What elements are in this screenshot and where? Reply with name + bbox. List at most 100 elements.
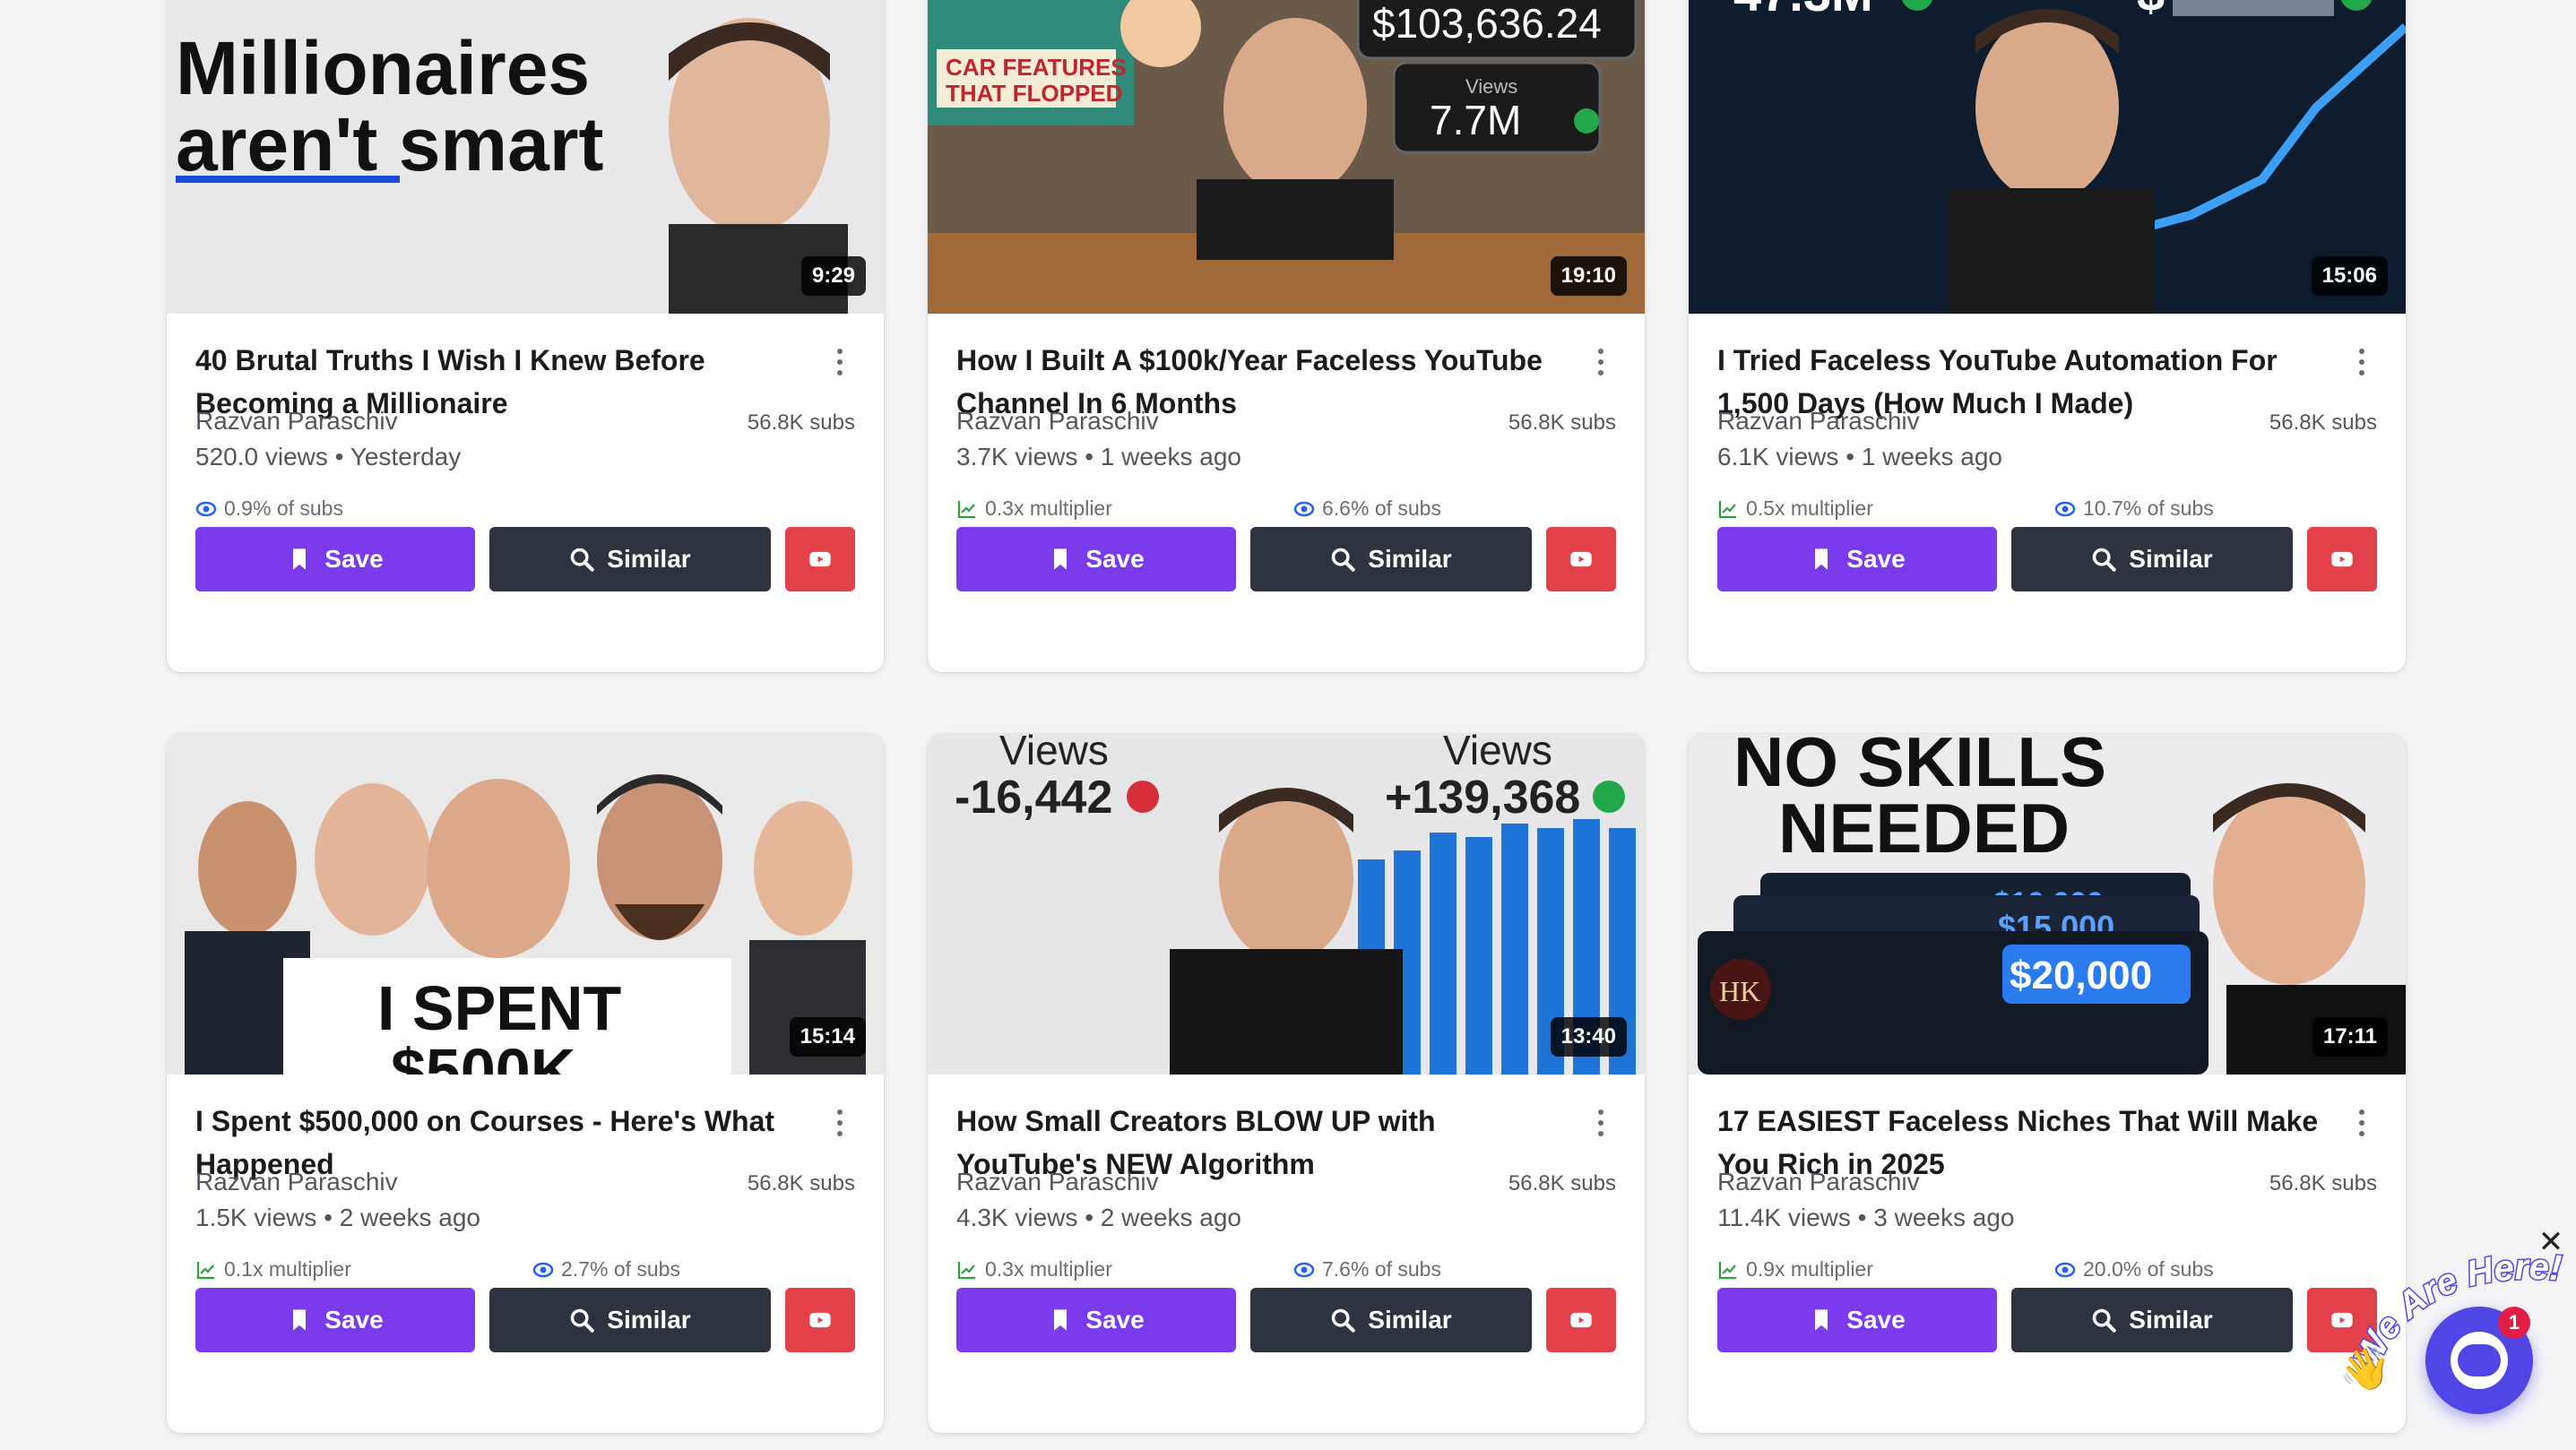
thumb-views-value-left: -16,442 [955, 772, 1112, 824]
search-icon [2093, 548, 2117, 572]
upload-age: 2 weeks ago [1100, 1204, 1241, 1231]
search-icon [571, 1308, 595, 1333]
more-options-icon[interactable] [1587, 342, 1614, 382]
channel-name[interactable]: Razvan Paraschiv [956, 407, 1159, 436]
video-thumbnail[interactable]: Views -16,442 Views +139,368 13:40 [928, 734, 1645, 1075]
video-duration: 9:29 [800, 256, 866, 296]
thumb-logo-text: HK [1719, 975, 1760, 1007]
channel-name[interactable]: Razvan Paraschiv [1717, 407, 1920, 436]
upload-age: 3 weeks ago [1873, 1204, 2015, 1231]
similar-button[interactable]: Similar [1250, 527, 1532, 591]
video-card: NO SKILLS NEEDED $10,000 $15,000 $20,000… [1689, 734, 2406, 1433]
multiplier-label: 0.9x multiplier [1746, 1257, 1873, 1281]
search-icon [1332, 1308, 1356, 1333]
multiplier-stat: 0.5x multiplier [1717, 496, 1873, 521]
video-thumbnail[interactable]: Millionaires aren't smart 9:29 [167, 0, 884, 314]
similar-button-label: Similar [1368, 1306, 1452, 1333]
similar-button[interactable]: Similar [1250, 1288, 1532, 1352]
trend-chart-icon [1718, 500, 1736, 518]
similar-button-label: Similar [607, 545, 691, 573]
thumb-text-line1: Millionaires [176, 26, 590, 110]
more-options-icon[interactable] [2348, 1103, 2375, 1143]
video-meta: 3.7K views • 1 weeks ago [956, 443, 1241, 471]
subs-percent-stat: 10.7% of subs [2054, 496, 2214, 521]
youtube-icon [809, 1312, 831, 1328]
multiplier-label: 0.3x multiplier [985, 1257, 1112, 1281]
similar-button[interactable]: Similar [489, 1288, 771, 1352]
meta-separator: • [334, 443, 344, 470]
youtube-button[interactable] [1546, 1288, 1616, 1352]
video-thumbnail[interactable]: CAR FEATURES THAT FLOPPED $103,636.24 Vi… [928, 0, 1645, 314]
subs-percent-label: 2.7% of subs [561, 1257, 680, 1281]
similar-button[interactable]: Similar [2011, 527, 2293, 591]
subs-percent-stat: 0.9% of subs [195, 496, 343, 521]
youtube-icon [809, 551, 831, 567]
channel-name[interactable]: Razvan Paraschiv [195, 407, 398, 436]
more-options-icon[interactable] [1587, 1103, 1614, 1143]
youtube-button[interactable] [785, 527, 855, 591]
bookmark-icon [1054, 548, 1068, 570]
save-button-label: Save [324, 1306, 384, 1333]
video-thumbnail[interactable]: I SPENT $500K 15:14 [167, 734, 884, 1075]
thumb-text-line1: CAR FEATURES [946, 54, 1127, 81]
bookmark-icon [1054, 1309, 1068, 1331]
multiplier-stat: 0.9x multiplier [1717, 1257, 1873, 1282]
trend-chart-icon [1718, 1261, 1736, 1279]
bookmark-icon [1815, 1309, 1828, 1331]
video-thumbnail[interactable]: 47.3M $ 15:06 [1689, 0, 2406, 314]
view-count: 11.4K views [1717, 1204, 1851, 1231]
more-options-icon[interactable] [826, 342, 853, 382]
subs-percent-label: 7.6% of subs [1322, 1257, 1441, 1281]
thumbnail-image: NO SKILLS NEEDED $10,000 $15,000 $20,000… [1689, 734, 2406, 1075]
save-button[interactable]: Save [1717, 1288, 1997, 1352]
search-icon [2093, 1308, 2117, 1333]
meta-separator: • [1085, 1204, 1094, 1231]
channel-name[interactable]: Razvan Paraschiv [956, 1168, 1159, 1196]
save-button[interactable]: Save [956, 527, 1236, 591]
video-meta: 11.4K views • 3 weeks ago [1717, 1204, 2014, 1232]
thumb-money-value: $ [2137, 0, 2165, 22]
thumbnail-image: I SPENT $500K [167, 734, 884, 1075]
meta-separator: • [1857, 1204, 1867, 1231]
video-duration: 15:14 [789, 1017, 866, 1057]
thumbnail-image: Views -16,442 Views +139,368 [928, 734, 1645, 1075]
youtube-button[interactable] [1546, 527, 1616, 591]
save-button[interactable]: Save [195, 527, 475, 591]
similar-button[interactable]: Similar [2011, 1288, 2293, 1352]
upload-age: 2 weeks ago [339, 1204, 480, 1231]
more-options-icon[interactable] [2348, 342, 2375, 382]
youtube-icon [2331, 551, 2353, 567]
subs-percent-stat: 20.0% of subs [2054, 1257, 2214, 1282]
subs-percent-label: 6.6% of subs [1322, 496, 1441, 520]
channel-name[interactable]: Razvan Paraschiv [195, 1168, 398, 1196]
multiplier-stat: 0.3x multiplier [956, 496, 1112, 521]
more-options-icon[interactable] [826, 1103, 853, 1143]
video-meta: 1.5K views • 2 weeks ago [195, 1204, 480, 1232]
similar-button[interactable]: Similar [489, 527, 771, 591]
eye-icon [532, 1262, 554, 1277]
channel-name[interactable]: Razvan Paraschiv [1717, 1168, 1920, 1196]
eye-icon [1293, 1262, 1315, 1277]
thumbnail-image: CAR FEATURES THAT FLOPPED $103,636.24 Vi… [928, 0, 1645, 314]
youtube-icon [1570, 551, 1592, 567]
view-count: 4.3K views [956, 1204, 1078, 1231]
youtube-button[interactable] [785, 1288, 855, 1352]
save-button-label: Save [1085, 545, 1145, 573]
subs-percent-label: 10.7% of subs [2083, 496, 2214, 520]
thumb-subs-value: 47.3M [1733, 0, 1873, 22]
subscriber-count: 56.8K subs [747, 1171, 855, 1195]
video-card: Millionaires aren't smart 9:29 40 Brutal… [167, 0, 884, 672]
save-button[interactable]: Save [956, 1288, 1236, 1352]
youtube-button[interactable] [2307, 527, 2377, 591]
video-card: Views -16,442 Views +139,368 13:40 How S… [928, 734, 1645, 1433]
video-thumbnail[interactable]: NO SKILLS NEEDED $10,000 $15,000 $20,000… [1689, 734, 2406, 1075]
save-button[interactable]: Save [1717, 527, 1997, 591]
video-duration: 19:10 [1550, 256, 1627, 296]
trend-chart-icon [957, 1261, 975, 1279]
save-button[interactable]: Save [195, 1288, 475, 1352]
youtube-icon [1570, 1312, 1592, 1328]
eye-icon [195, 501, 217, 516]
meta-separator: • [1846, 443, 1854, 470]
thumb-views-label-right: Views [1443, 734, 1552, 773]
video-duration: 13:40 [1550, 1017, 1627, 1057]
